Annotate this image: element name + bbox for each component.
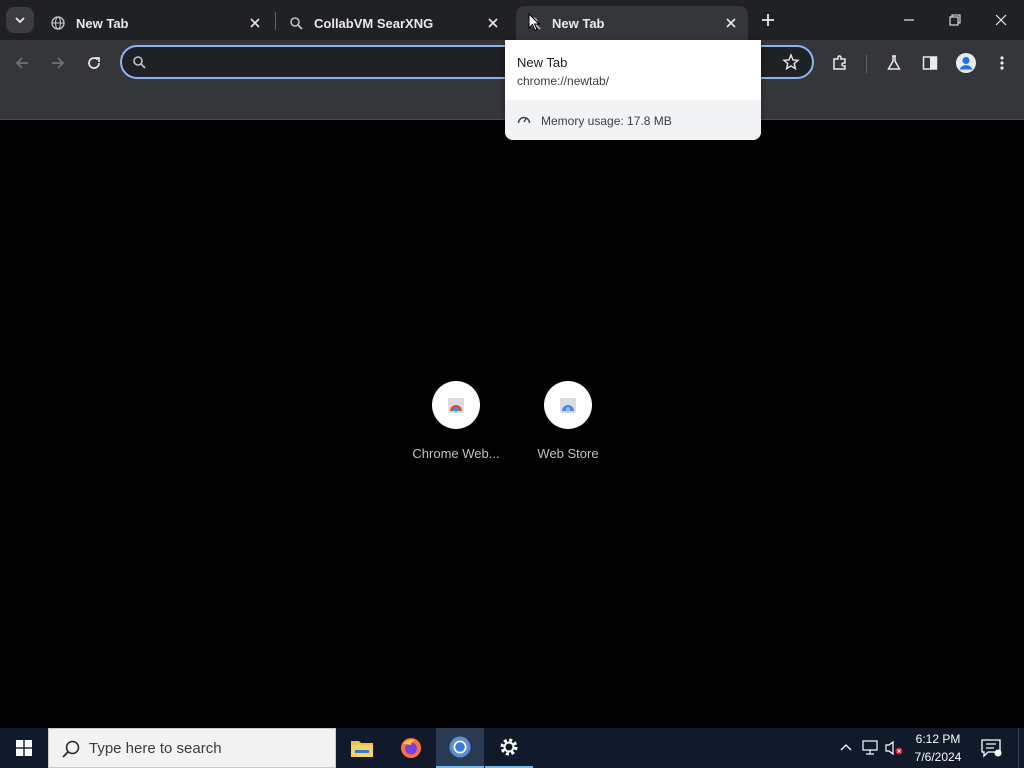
restore-icon [949, 14, 961, 26]
side-panel-icon [922, 56, 938, 70]
flask-icon [887, 55, 901, 70]
arrow-left-icon [15, 57, 28, 69]
hover-card-url: chrome://newtab/ [517, 74, 610, 88]
plus-icon [762, 14, 774, 26]
hover-card-title: New Tab [517, 55, 568, 70]
reload-icon [88, 57, 100, 69]
file-explorer-icon [351, 741, 373, 757]
shortcut-label: Chrome Web... [412, 446, 500, 461]
settings-icon [500, 738, 518, 756]
mouse-cursor-icon [528, 13, 540, 32]
clock-time: 6:12 PM [915, 732, 961, 746]
close-icon[interactable] [722, 14, 740, 32]
new-tab-button[interactable] [756, 9, 780, 31]
arrow-right-icon [52, 57, 65, 69]
tab-separator [275, 12, 276, 30]
chevron-down-icon [15, 17, 25, 24]
searxng-icon [288, 15, 304, 31]
settings-button[interactable] [485, 728, 533, 768]
taskbar: Type here to search 6:12 PM 7/6/2024 [0, 728, 1024, 768]
menu-button[interactable] [988, 49, 1016, 77]
desktop: New Tab CollabVM SearXNG New Tab New Tab… [0, 0, 1024, 768]
minimize-button[interactable] [886, 0, 932, 40]
search-icon [62, 740, 80, 758]
tab-hover-card: New Tab chrome://newtab/ Memory usage: 1… [505, 40, 761, 140]
close-icon[interactable] [246, 14, 264, 32]
extensions-button[interactable] [826, 49, 854, 77]
search-placeholder: Type here to search [89, 740, 222, 757]
restore-button[interactable] [932, 0, 978, 40]
clock-date: 7/6/2024 [914, 750, 962, 764]
tab-search-button[interactable] [6, 7, 34, 33]
shortcut-tile[interactable]: Chrome Web... [406, 381, 506, 471]
reload-button[interactable] [80, 49, 108, 77]
tab-1[interactable]: New Tab [40, 6, 272, 40]
puzzle-icon [833, 55, 846, 70]
tab-strip: New Tab CollabVM SearXNG New Tab [0, 0, 1024, 40]
web-store-icon [544, 381, 592, 429]
start-button[interactable] [0, 728, 48, 768]
tab-title: New Tab [76, 15, 129, 31]
show-desktop-button[interactable] [1018, 728, 1024, 768]
star-icon[interactable] [782, 53, 800, 71]
profile-button[interactable] [952, 49, 980, 77]
close-icon [995, 14, 1007, 26]
forward-button[interactable] [44, 49, 72, 77]
volume-muted-icon [885, 740, 903, 756]
taskbar-search-box[interactable]: Type here to search [48, 728, 336, 768]
file-explorer-button[interactable] [338, 728, 386, 768]
close-icon[interactable] [484, 14, 502, 32]
network-button[interactable] [860, 738, 880, 758]
toolbar-divider [866, 55, 867, 73]
speedometer-icon [517, 116, 531, 124]
shortcut-tile[interactable]: Web Store [518, 381, 618, 471]
searxng-icon [133, 56, 146, 69]
clock[interactable]: 6:12 PM 7/6/2024 [906, 730, 970, 766]
chrome-web-store-icon [432, 381, 480, 429]
tab-3-active[interactable]: New Tab [516, 6, 748, 40]
tab-title: New Tab [552, 15, 605, 31]
side-panel-button[interactable] [916, 49, 944, 77]
back-button[interactable] [8, 49, 36, 77]
windows-icon [16, 740, 32, 756]
chrome-button[interactable] [436, 728, 484, 768]
labs-button[interactable] [880, 49, 908, 77]
memory-usage-label: Memory usage: 17.8 MB [541, 114, 672, 128]
tab-title: CollabVM SearXNG [314, 15, 434, 31]
firefox-icon [401, 738, 421, 758]
globe-icon [50, 15, 66, 31]
new-tab-page: Chrome Web... Web Store [0, 121, 1024, 728]
firefox-button[interactable] [387, 728, 435, 768]
volume-button[interactable] [884, 738, 904, 758]
avatar-icon [956, 53, 976, 73]
close-window-button[interactable] [978, 0, 1024, 40]
more-vert-icon [1000, 56, 1004, 70]
notification-icon [981, 739, 1002, 758]
action-center-button[interactable] [980, 738, 1004, 758]
hover-card-footer: Memory usage: 17.8 MB [505, 100, 761, 140]
minimize-icon [904, 19, 914, 21]
tab-2[interactable]: CollabVM SearXNG [278, 6, 510, 40]
chrome-icon [449, 736, 471, 758]
chevron-up-icon [840, 744, 852, 751]
show-hidden-icons-button[interactable] [836, 738, 856, 758]
network-icon [862, 740, 878, 755]
shortcut-label: Web Store [537, 446, 599, 461]
